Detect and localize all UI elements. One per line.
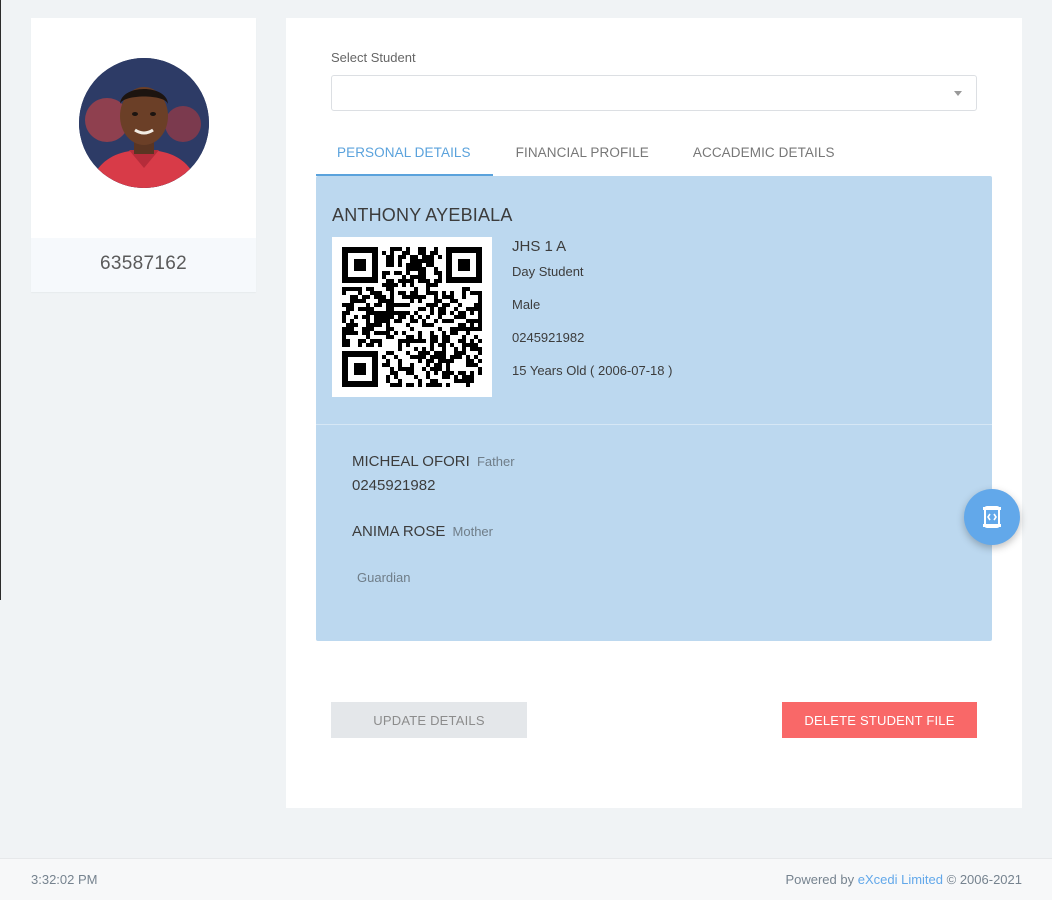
panel-divider xyxy=(316,424,992,425)
father-name: MICHEAL OFORI xyxy=(352,453,470,470)
student-phone: 0245921982 xyxy=(512,330,585,345)
personal-details-panel: ANTHONY AYEBIALA JHS 1 A Day Student Mal… xyxy=(316,176,992,641)
select-student-dropdown[interactable] xyxy=(331,75,977,111)
code-toggle-icon xyxy=(983,506,1001,528)
footer-credit: Powered by eXcedi Limited © 2006-2021 xyxy=(785,872,1022,887)
footer-copyright: © 2006-2021 xyxy=(946,872,1022,887)
student-name: ANTHONY AYEBIALA xyxy=(332,205,513,225)
mother-relation: Mother xyxy=(452,524,493,539)
student-age: 15 Years Old ( 2006-07-18 ) xyxy=(512,363,673,378)
caret-down-icon xyxy=(954,91,962,96)
mother-entry: ANIMA ROSE Mother xyxy=(352,523,493,540)
student-gender: Male xyxy=(512,297,541,312)
footer-time: 3:32:02 PM xyxy=(31,872,98,887)
tab-academic-details[interactable]: ACCADEMIC DETAILS xyxy=(671,136,857,176)
code-toggle-button[interactable] xyxy=(964,489,1020,545)
window-edge xyxy=(0,0,1,600)
footer-company-link[interactable]: eXcedi Limited xyxy=(858,872,943,887)
tab-personal-details[interactable]: PERSONAL DETAILS xyxy=(316,136,493,176)
student-avatar xyxy=(79,58,209,188)
qr-code-icon xyxy=(342,247,482,387)
tab-financial-profile[interactable]: FINANCIAL PROFILE xyxy=(493,136,671,176)
mother-name: ANIMA ROSE xyxy=(352,523,446,540)
student-details-card: Select Student PERSONAL DETAILS FINANCIA… xyxy=(286,18,1022,808)
profile-card: 63587162 xyxy=(31,18,256,292)
student-id: 63587162 xyxy=(31,238,256,292)
select-student-label: Select Student xyxy=(331,50,416,65)
student-class: JHS 1 A xyxy=(512,238,567,255)
student-qr-code xyxy=(332,237,492,397)
father-phone: 0245921982 xyxy=(352,477,436,494)
father-relation: Father xyxy=(476,454,515,469)
student-type: Day Student xyxy=(512,264,584,279)
footer-powered-by: Powered by xyxy=(785,872,855,887)
details-tabs: PERSONAL DETAILS FINANCIAL PROFILE ACCAD… xyxy=(316,136,857,176)
father-entry: MICHEAL OFORI Father xyxy=(352,453,515,470)
update-details-button[interactable]: UPDATE DETAILS xyxy=(331,702,527,738)
footer: 3:32:02 PM Powered by eXcedi Limited © 2… xyxy=(0,858,1052,900)
guardian-relation: Guardian xyxy=(357,570,411,585)
delete-student-file-button[interactable]: DELETE STUDENT FILE xyxy=(782,702,977,738)
